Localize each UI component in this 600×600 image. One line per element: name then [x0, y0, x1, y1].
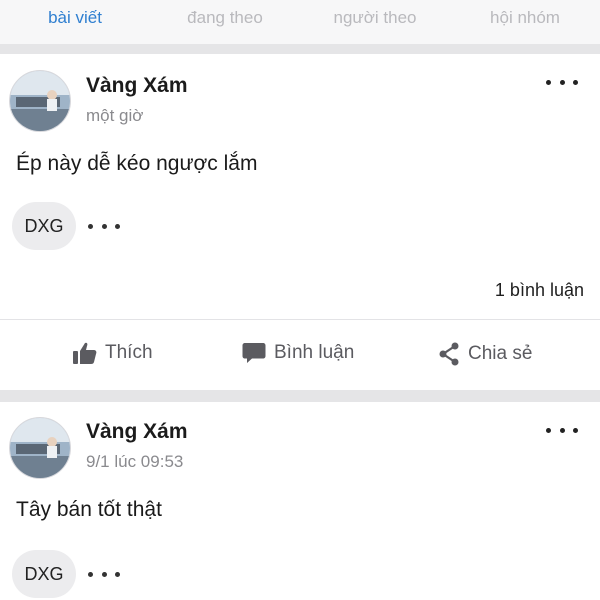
share-button[interactable]: Chia sẻ — [438, 342, 532, 366]
tag-more-button[interactable] — [88, 567, 120, 581]
more-dot — [115, 223, 120, 229]
avatar[interactable] — [9, 70, 71, 132]
stock-tag[interactable]: DXG — [12, 202, 76, 250]
post-time: một giờ — [86, 106, 144, 125]
post-options-button[interactable] — [546, 422, 578, 438]
more-dot — [573, 427, 578, 433]
more-horizontal-icon — [546, 427, 551, 433]
share-icon — [439, 342, 459, 366]
post-text: Tây bán tốt thật — [16, 498, 162, 521]
post-actions: Thích Bình luận Chia sẻ — [0, 342, 600, 382]
tab-followers[interactable]: người theo — [300, 0, 450, 28]
speech-bubble-icon — [242, 343, 266, 363]
author-name[interactable]: Vàng Xám — [86, 74, 188, 98]
post-time: 9/1 lúc 09:53 — [86, 452, 184, 471]
post-options-button[interactable] — [546, 74, 578, 90]
tab-following[interactable]: đang theo — [150, 0, 300, 28]
post-text: Ép này dễ kéo ngược lắm — [16, 152, 258, 175]
tab-groups[interactable]: hội nhóm — [450, 0, 600, 28]
stock-tag[interactable]: DXG — [12, 550, 76, 598]
tab-posts[interactable]: bài viết — [0, 0, 150, 28]
more-dot — [559, 427, 565, 433]
profile-tabs: bài viết đang theo người theo hội nhóm — [0, 0, 600, 44]
more-dot — [101, 223, 107, 229]
thumbs-up-icon — [73, 342, 97, 364]
author-name[interactable]: Vàng Xám — [86, 420, 188, 444]
divider — [0, 319, 600, 320]
tag-more-button[interactable] — [88, 219, 120, 233]
more-dot — [559, 79, 565, 85]
more-horizontal-icon — [546, 79, 551, 85]
post-card: Vàng Xám một giờ Ép này dễ kéo ngược lắm… — [0, 54, 600, 390]
more-dot — [101, 571, 107, 577]
comment-count[interactable]: 1 bình luận — [495, 280, 584, 301]
comment-label: Bình luận — [274, 342, 355, 363]
section-separator — [0, 44, 600, 54]
more-horizontal-icon — [88, 223, 93, 229]
more-dot — [115, 571, 120, 577]
share-label: Chia sẻ — [468, 343, 533, 364]
avatar-image — [10, 418, 70, 478]
comment-button[interactable]: Bình luận — [242, 342, 354, 364]
like-label: Thích — [105, 342, 153, 363]
more-dot — [573, 79, 578, 85]
more-horizontal-icon — [88, 571, 93, 577]
like-button[interactable]: Thích — [73, 342, 153, 364]
avatar-image — [10, 71, 70, 131]
avatar[interactable] — [9, 417, 71, 479]
section-separator — [0, 390, 600, 402]
post-card: Vàng Xám 9/1 lúc 09:53 Tây bán tốt thật … — [0, 402, 600, 600]
